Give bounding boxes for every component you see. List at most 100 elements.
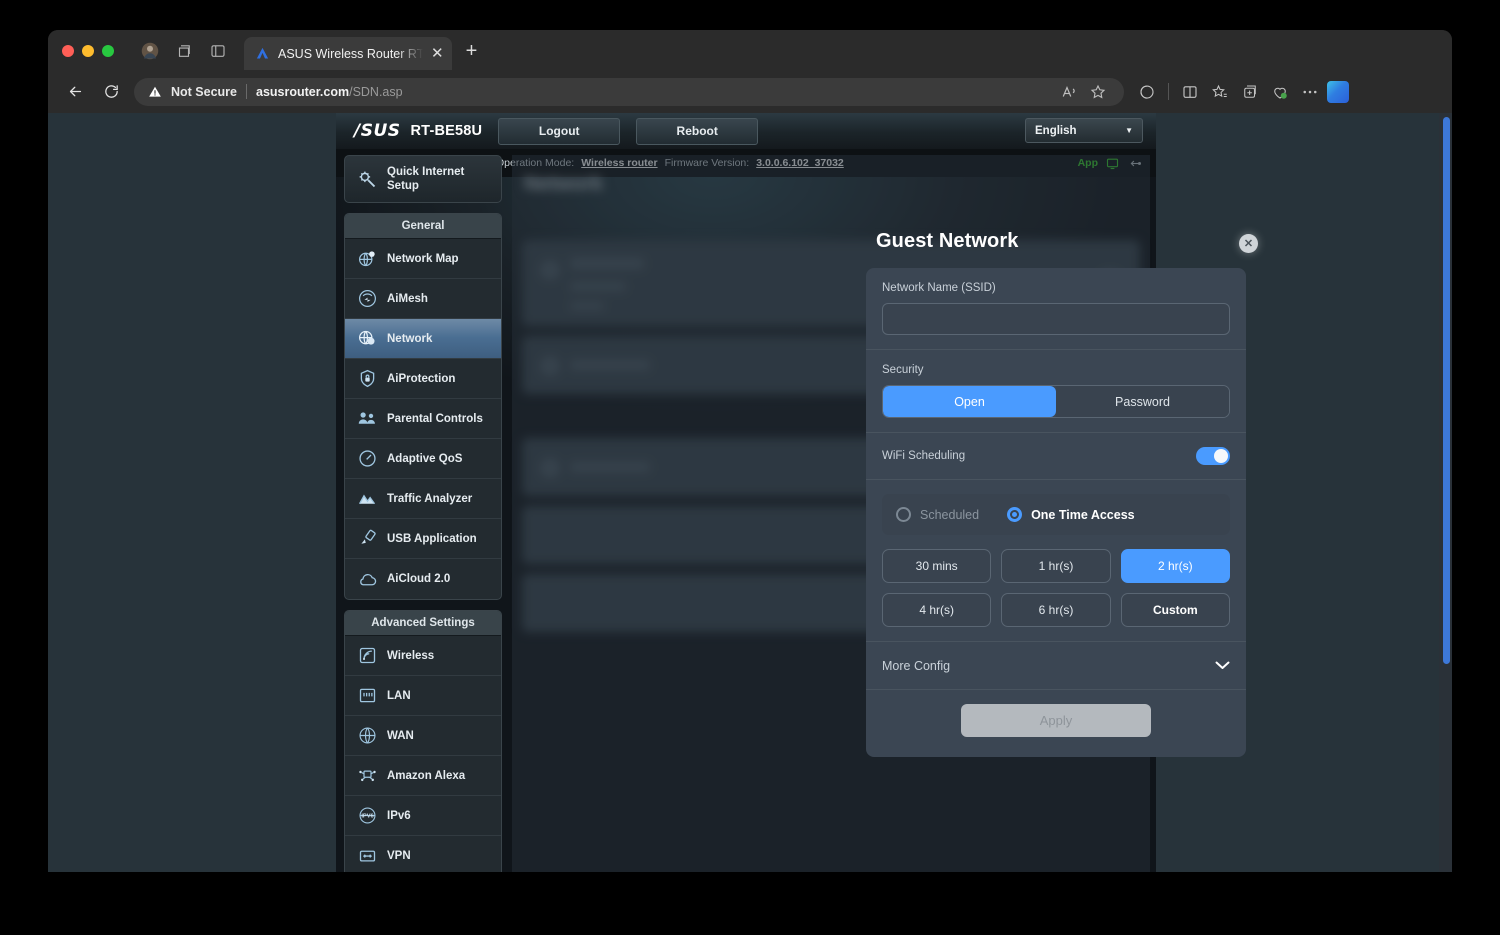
url-path: /SDN.asp (349, 84, 403, 99)
radio-option-scheduled[interactable]: Scheduled (896, 507, 979, 522)
shopping-icon[interactable] (1267, 79, 1293, 105)
collections-icon[interactable] (174, 41, 194, 61)
browser-essentials-icon[interactable] (1134, 79, 1160, 105)
sidebar: Quick Internet Setup General Network Map (344, 155, 502, 872)
chevron-down-icon: ▼ (1125, 126, 1133, 135)
new-tab-button[interactable]: + (466, 40, 478, 70)
tab-title: ASUS Wireless Router RT-BE58 (278, 46, 423, 61)
sidebar-item-label: AiCloud 2.0 (387, 573, 451, 585)
maximize-window-button[interactable] (102, 45, 114, 57)
modal-title: Guest Network (876, 230, 1019, 252)
reload-button[interactable] (98, 79, 124, 105)
sidebar-item-amazon-alexa[interactable]: Amazon Alexa (345, 756, 501, 796)
radio-label: Scheduled (920, 507, 980, 522)
schedule-section: Scheduled One Time Access 30 mins 1 hr(s… (866, 480, 1246, 642)
close-icon[interactable]: ✕ (1239, 234, 1258, 253)
sidebar-item-aimesh[interactable]: AiMesh (345, 279, 501, 319)
sidebar-item-aiprotection[interactable]: AiProtection (345, 359, 501, 399)
toggle-knob (1214, 449, 1228, 463)
sidebar-item-label: VPN (387, 850, 411, 862)
sidebar-item-ipv6[interactable]: IPV6 IPv6 (345, 796, 501, 836)
address-bar: Not Secure asusrouter.com/SDN.asp (48, 70, 1452, 113)
sidebar-item-label: Network Map (387, 252, 459, 265)
radio-label: One Time Access (1031, 507, 1135, 522)
tabstrip-icons (114, 41, 228, 70)
asus-favicon (255, 46, 270, 61)
minimize-window-button[interactable] (82, 45, 94, 57)
add-favorite-icon[interactable] (1086, 80, 1110, 104)
close-window-button[interactable] (62, 45, 74, 57)
omnibox[interactable]: Not Secure asusrouter.com/SDN.asp (134, 77, 1124, 106)
sidebar-item-network-map[interactable]: Network Map (345, 239, 501, 279)
sidebar-item-usb-application[interactable]: USB Application (345, 519, 501, 559)
duration-button-30-mins[interactable]: 30 mins (882, 549, 992, 583)
sidebar-item-wireless[interactable]: Wireless (345, 636, 501, 676)
more-config-expander[interactable]: More Config (866, 642, 1246, 690)
sidebar-item-aicloud[interactable]: AiCloud 2.0 (345, 559, 501, 599)
wifi-scheduling-section: WiFi Scheduling (866, 433, 1246, 480)
split-screen-icon[interactable] (208, 41, 228, 61)
wifi-scheduling-toggle[interactable] (1196, 447, 1230, 465)
duration-button-2-hr[interactable]: 2 hr(s) (1120, 549, 1230, 583)
security-option-password[interactable]: Password (1056, 386, 1229, 417)
back-button[interactable] (62, 79, 88, 105)
url-text: asusrouter.com/SDN.asp (256, 85, 403, 99)
aimesh-icon (356, 288, 378, 310)
settings-and-more-icon[interactable] (1297, 79, 1323, 105)
browser-tab[interactable]: ASUS Wireless Router RT-BE58 ✕ (244, 37, 452, 70)
duration-button-4-hr[interactable]: 4 hr(s) (882, 593, 992, 627)
duration-options-grid: 30 mins 1 hr(s) 2 hr(s) 4 hr(s) 6 hr(s) … (882, 549, 1230, 627)
sidebar-item-label: Traffic Analyzer (387, 492, 473, 505)
aicloud-icon (356, 568, 378, 590)
guest-network-modal: Guest Network ✕ Network Name (SSID) Secu… (866, 230, 1258, 757)
reboot-button[interactable]: Reboot (636, 117, 759, 145)
sidebar-item-vpn[interactable]: VPN (345, 836, 501, 872)
parental-controls-icon (356, 408, 378, 430)
sidebar-item-quick-internet-setup[interactable]: Quick Internet Setup (345, 156, 501, 202)
sidebar-item-traffic-analyzer[interactable]: Traffic Analyzer (345, 479, 501, 519)
apply-button[interactable]: Apply (961, 704, 1151, 737)
radio-option-one-time-access[interactable]: One Time Access (1007, 507, 1135, 522)
sidebar-item-lan[interactable]: LAN (345, 676, 501, 716)
sidebar-item-adaptive-qos[interactable]: Adaptive QoS (345, 439, 501, 479)
ssid-input[interactable] (882, 303, 1230, 335)
sidebar-item-label: Parental Controls (387, 412, 483, 425)
logout-button[interactable]: Logout (498, 117, 621, 145)
omnibox-divider (246, 84, 247, 99)
copilot-icon[interactable] (1327, 80, 1349, 103)
page-scrollbar-track[interactable] (1439, 113, 1452, 872)
amazon-alexa-icon (356, 765, 378, 787)
sidebar-item-wan[interactable]: WAN (345, 716, 501, 756)
security-option-open[interactable]: Open (883, 386, 1056, 417)
wifi-scheduling-label: WiFi Scheduling (882, 450, 966, 462)
sidebar-item-label: USB Application (387, 532, 477, 545)
sidebar-item-label: Wireless (387, 649, 435, 662)
collections-panel-icon[interactable] (1237, 79, 1263, 105)
advanced-settings-header: Advanced Settings (345, 611, 501, 636)
favorites-list-icon[interactable] (1207, 79, 1233, 105)
more-config-label: More Config (882, 658, 951, 673)
duration-button-custom[interactable]: Custom (1120, 593, 1230, 627)
sidebar-item-network[interactable]: Network (345, 319, 501, 359)
read-aloud-icon[interactable] (1058, 80, 1082, 104)
profile-avatar-icon[interactable] (140, 41, 160, 61)
duration-button-6-hr[interactable]: 6 hr(s) (1001, 593, 1111, 627)
network-icon (356, 328, 378, 350)
quick-internet-setup-card[interactable]: Quick Internet Setup (344, 155, 502, 203)
duration-button-1-hr[interactable]: 1 hr(s) (1001, 549, 1111, 583)
sidebar-item-label: AiProtection (387, 372, 456, 385)
page-scrollbar-thumb[interactable] (1443, 117, 1450, 664)
language-selector[interactable]: English ▼ (1025, 118, 1143, 143)
tab-close-icon[interactable]: ✕ (431, 46, 444, 61)
sidebar-item-label: Network (387, 332, 433, 345)
modal-overlay: Guest Network ✕ Network Name (SSID) Secu… (512, 155, 1258, 872)
general-section: General Network Map AiMesh Network AiPro… (344, 213, 502, 600)
quick-setup-icon (356, 168, 378, 190)
router-header: /SUS RT-BE58U Logout Reboot English ▼ (336, 113, 1156, 149)
asus-logo: /SUS RT-BE58U (354, 121, 482, 141)
radio-circle-icon (896, 507, 911, 522)
aiprotection-shield-icon (356, 368, 378, 390)
security-label: Security (882, 364, 924, 376)
split-screen-icon[interactable] (1177, 79, 1203, 105)
sidebar-item-parental-controls[interactable]: Parental Controls (345, 399, 501, 439)
